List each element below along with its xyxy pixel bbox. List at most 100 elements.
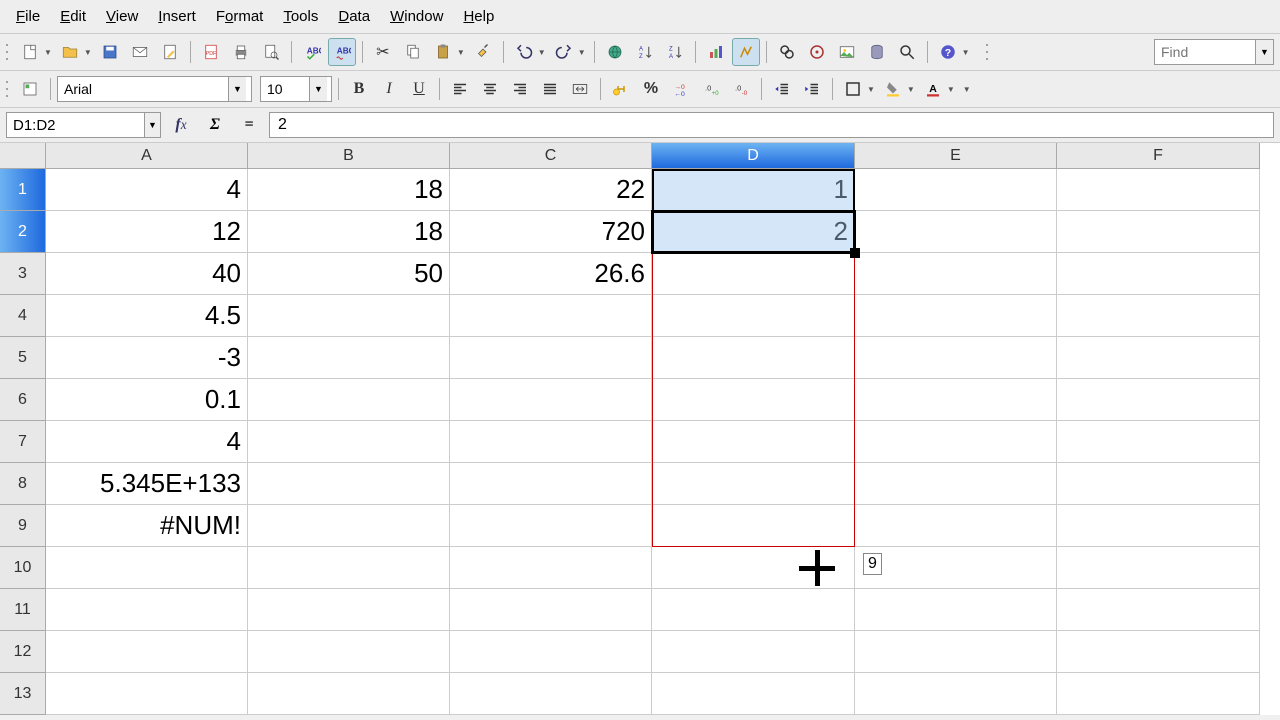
edit-doc-button[interactable]: [156, 38, 184, 66]
print-preview-button[interactable]: [257, 38, 285, 66]
cell-C2[interactable]: 720: [450, 211, 652, 253]
export-pdf-button[interactable]: PDF: [197, 38, 225, 66]
find-replace-button[interactable]: [773, 38, 801, 66]
italic-button[interactable]: I: [375, 75, 403, 103]
cell-E6[interactable]: [855, 379, 1057, 421]
font-size-combo[interactable]: ▼: [260, 76, 332, 102]
sort-asc-button[interactable]: AZ: [631, 38, 659, 66]
font-name-combo[interactable]: ▼: [57, 76, 252, 102]
column-header-D[interactable]: D: [652, 143, 855, 169]
datasources-button[interactable]: [863, 38, 891, 66]
copy-button[interactable]: [399, 38, 427, 66]
merge-cells-button[interactable]: [566, 75, 594, 103]
decrease-indent-button[interactable]: [768, 75, 796, 103]
cell-A10[interactable]: [46, 547, 248, 589]
row-header-10[interactable]: 10: [0, 547, 46, 589]
cell-E4[interactable]: [855, 295, 1057, 337]
bold-button[interactable]: B: [345, 75, 373, 103]
add-decimal-button[interactable]: .0+0: [697, 75, 725, 103]
menu-data[interactable]: Data: [330, 4, 378, 29]
cell-D10[interactable]: [652, 547, 855, 589]
gallery-button[interactable]: [833, 38, 861, 66]
cell-F8[interactable]: [1057, 463, 1260, 505]
cell-D9[interactable]: [652, 505, 855, 547]
find-toolbar-grip[interactable]: [986, 40, 992, 64]
fontcolor-dropdown[interactable]: ▼: [947, 85, 955, 94]
cell-B1[interactable]: 18: [248, 169, 450, 211]
navigator-button[interactable]: [803, 38, 831, 66]
number-std-button[interactable]: →0←0: [667, 75, 695, 103]
cell-B9[interactable]: [248, 505, 450, 547]
cell-D8[interactable]: [652, 463, 855, 505]
cell-D5[interactable]: [652, 337, 855, 379]
cell-F11[interactable]: [1057, 589, 1260, 631]
cell-E10[interactable]: [855, 547, 1057, 589]
remove-decimal-button[interactable]: .0-0: [727, 75, 755, 103]
cell-C9[interactable]: [450, 505, 652, 547]
formula-input[interactable]: [269, 112, 1274, 138]
cell-A9[interactable]: #NUM!: [46, 505, 248, 547]
email-button[interactable]: [126, 38, 154, 66]
cell-F7[interactable]: [1057, 421, 1260, 463]
cell-B13[interactable]: [248, 673, 450, 715]
percent-button[interactable]: %: [637, 75, 665, 103]
cell-F2[interactable]: [1057, 211, 1260, 253]
cell-A13[interactable]: [46, 673, 248, 715]
row-header-8[interactable]: 8: [0, 463, 46, 505]
menu-window[interactable]: Window: [382, 4, 451, 29]
cell-D1[interactable]: 1: [652, 169, 855, 211]
cell-D3[interactable]: [652, 253, 855, 295]
row-header-13[interactable]: 13: [0, 673, 46, 715]
toolbar-grip[interactable]: [6, 40, 12, 64]
underline-button[interactable]: U: [405, 75, 433, 103]
font-size-arrow[interactable]: ▼: [309, 77, 327, 101]
cell-F5[interactable]: [1057, 337, 1260, 379]
sum-button[interactable]: Σ: [201, 112, 229, 138]
cell-A5[interactable]: -3: [46, 337, 248, 379]
cell-E13[interactable]: [855, 673, 1057, 715]
fill-handle[interactable]: [850, 248, 860, 258]
align-justify-button[interactable]: [536, 75, 564, 103]
name-box[interactable]: ▼: [6, 112, 161, 138]
menu-file[interactable]: File: [8, 4, 48, 29]
cell-A7[interactable]: 4: [46, 421, 248, 463]
cell-E3[interactable]: [855, 253, 1057, 295]
cell-F12[interactable]: [1057, 631, 1260, 673]
borders-button[interactable]: [839, 75, 867, 103]
open-button[interactable]: [56, 38, 84, 66]
menu-tools[interactable]: Tools: [275, 4, 326, 29]
align-right-button[interactable]: [506, 75, 534, 103]
row-header-1[interactable]: 1: [0, 169, 46, 211]
cell-D2[interactable]: 2: [652, 211, 855, 253]
increase-indent-button[interactable]: [798, 75, 826, 103]
show-draw-button[interactable]: [732, 38, 760, 66]
cell-B8[interactable]: [248, 463, 450, 505]
menu-edit[interactable]: Edit: [52, 4, 94, 29]
cell-B2[interactable]: 18: [248, 211, 450, 253]
styles-button[interactable]: [16, 75, 44, 103]
cell-F10[interactable]: [1057, 547, 1260, 589]
cell-B11[interactable]: [248, 589, 450, 631]
redo-dropdown[interactable]: ▼: [578, 48, 586, 57]
cell-A11[interactable]: [46, 589, 248, 631]
autospell-button[interactable]: ABC: [328, 38, 356, 66]
find-combo[interactable]: ▼: [1154, 39, 1274, 65]
cell-D7[interactable]: [652, 421, 855, 463]
row-header-4[interactable]: 4: [0, 295, 46, 337]
cell-E1[interactable]: [855, 169, 1057, 211]
select-all-corner[interactable]: [0, 143, 46, 169]
column-header-C[interactable]: C: [450, 143, 652, 169]
find-dropdown-arrow[interactable]: ▼: [1255, 40, 1273, 64]
cell-C11[interactable]: [450, 589, 652, 631]
cell-reference-input[interactable]: [7, 117, 144, 134]
cell-E2[interactable]: [855, 211, 1057, 253]
zoom-button[interactable]: [893, 38, 921, 66]
cell-B7[interactable]: [248, 421, 450, 463]
cell-B10[interactable]: [248, 547, 450, 589]
cell-B6[interactable]: [248, 379, 450, 421]
cell-D4[interactable]: [652, 295, 855, 337]
redo-button[interactable]: [550, 38, 578, 66]
cell-C12[interactable]: [450, 631, 652, 673]
cell-C4[interactable]: [450, 295, 652, 337]
cell-A3[interactable]: 40: [46, 253, 248, 295]
